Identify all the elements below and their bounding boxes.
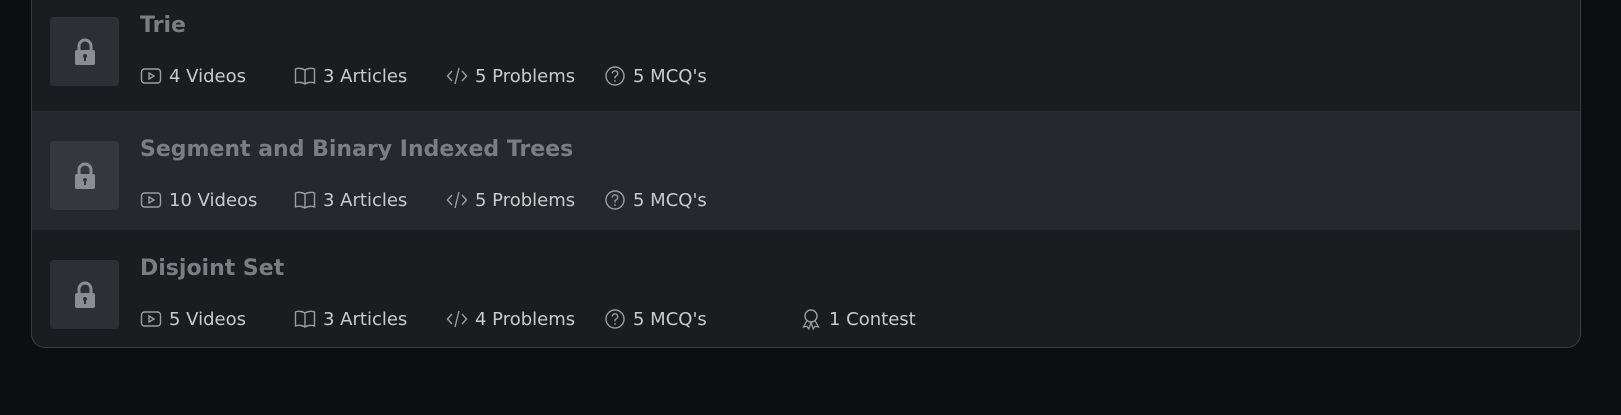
stat-mcqs: 5 MCQ's — [604, 187, 707, 213]
module-row-segment-binary-indexed-trees[interactable]: Segment and Binary Indexed Trees 10 Vide… — [32, 111, 1580, 230]
code-icon — [446, 191, 468, 209]
lock-icon — [50, 17, 119, 86]
question-icon — [605, 66, 625, 86]
question-icon — [605, 309, 625, 329]
module-title: Trie — [140, 13, 186, 38]
book-icon — [294, 67, 316, 85]
stat-label: 5 Videos — [169, 308, 246, 330]
award-icon — [802, 309, 820, 330]
code-icon — [446, 67, 468, 85]
stat-videos: 10 Videos — [140, 187, 257, 213]
module-title: Disjoint Set — [140, 256, 285, 281]
stat-videos: 5 Videos — [140, 306, 246, 332]
book-icon — [294, 191, 316, 209]
stat-label: 4 Problems — [475, 308, 576, 330]
stat-mcqs: 5 MCQ's — [604, 306, 707, 332]
stat-articles: 3 Articles — [294, 306, 407, 332]
stat-label: 3 Articles — [323, 308, 408, 330]
video-icon — [140, 68, 162, 84]
stat-mcqs: 5 MCQ's — [604, 63, 707, 89]
module-list-panel: Trie 4 Videos 3 Articles 5 Problems 5 MC… — [31, 0, 1581, 348]
stat-label: 5 Problems — [475, 65, 576, 87]
stat-label: 5 MCQ's — [633, 65, 707, 87]
module-title: Segment and Binary Indexed Trees — [140, 137, 574, 162]
stat-label: 1 Contest — [829, 308, 916, 330]
stat-problems: 5 Problems — [446, 187, 575, 213]
lock-icon — [50, 141, 119, 210]
stat-problems: 5 Problems — [446, 63, 575, 89]
module-row-trie[interactable]: Trie 4 Videos 3 Articles 5 Problems 5 MC… — [32, 0, 1580, 106]
video-icon — [140, 311, 162, 327]
stat-label: 5 Problems — [475, 189, 576, 211]
stat-contest: 1 Contest — [800, 306, 916, 332]
video-icon — [140, 192, 162, 208]
stat-label: 10 Videos — [169, 189, 258, 211]
stat-label: 4 Videos — [169, 65, 246, 87]
module-row-disjoint-set[interactable]: Disjoint Set 5 Videos 3 Articles 4 Probl… — [32, 230, 1580, 347]
stat-label: 3 Articles — [323, 65, 408, 87]
lock-icon — [50, 260, 119, 329]
stat-articles: 3 Articles — [294, 63, 407, 89]
stat-label: 5 MCQ's — [633, 189, 707, 211]
stat-articles: 3 Articles — [294, 187, 407, 213]
book-icon — [294, 310, 316, 328]
question-icon — [605, 190, 625, 210]
stat-label: 5 MCQ's — [633, 308, 707, 330]
code-icon — [446, 310, 468, 328]
stat-videos: 4 Videos — [140, 63, 246, 89]
stat-label: 3 Articles — [323, 189, 408, 211]
stat-problems: 4 Problems — [446, 306, 575, 332]
